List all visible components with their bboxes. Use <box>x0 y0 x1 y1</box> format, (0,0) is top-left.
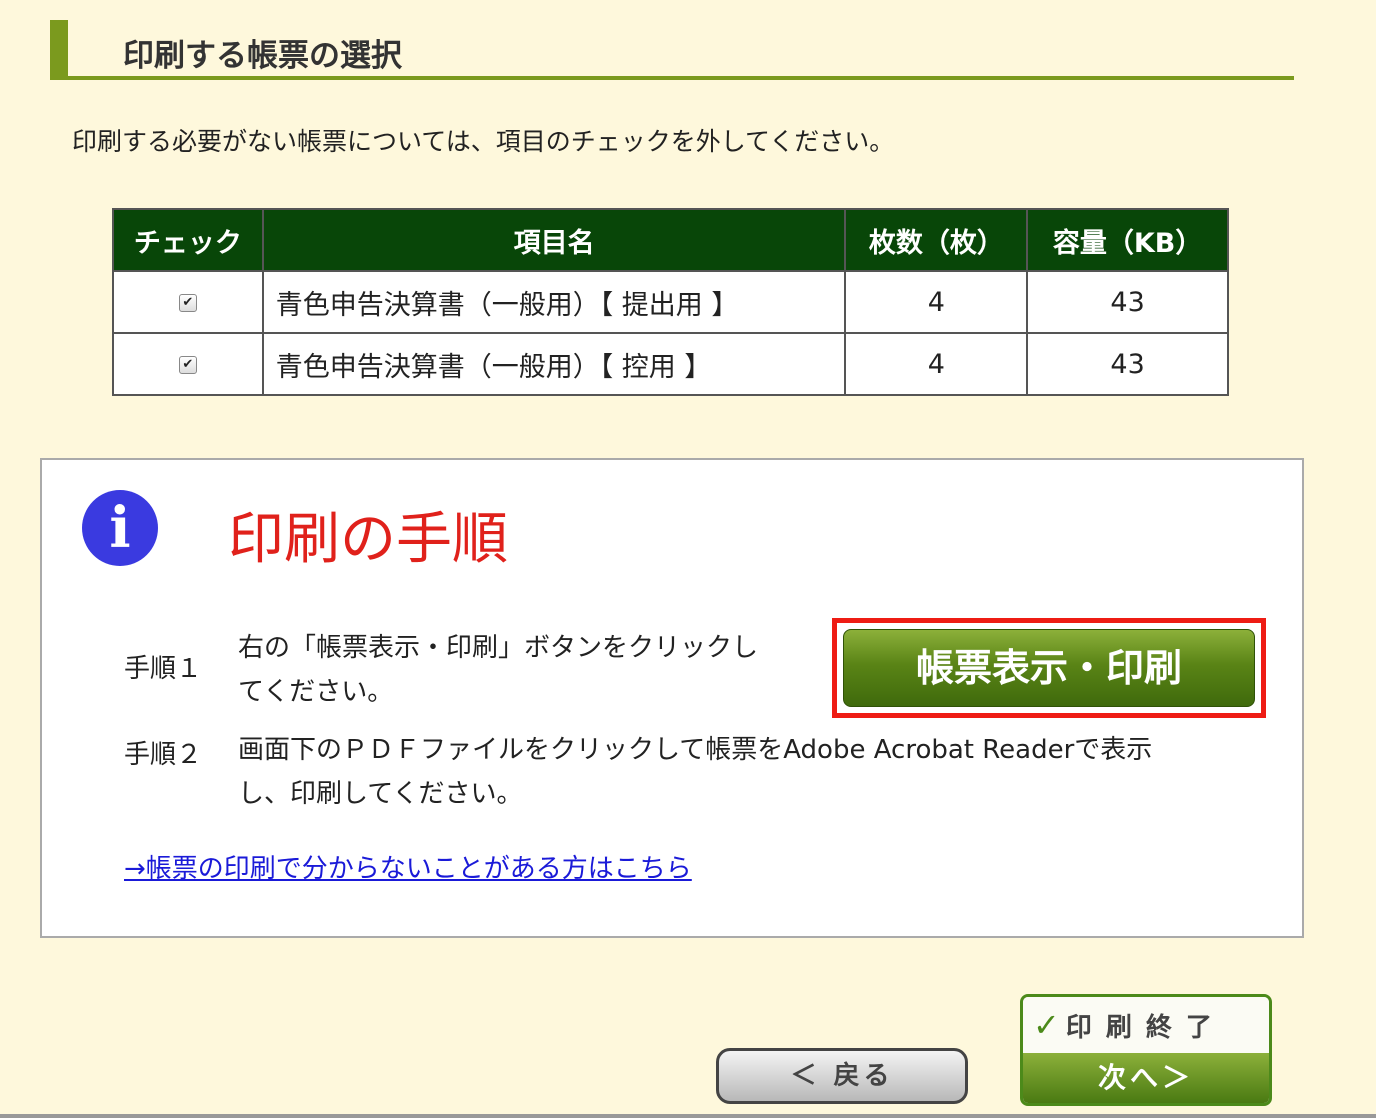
step2-text-line2: し、印刷してください。 <box>238 779 523 809</box>
row-size: 43 <box>1026 332 1229 396</box>
step1-text: 右の「帳票表示・印刷」ボタンをクリックし てください。 <box>238 626 818 714</box>
column-header-size: 容量（KB） <box>1026 208 1229 272</box>
table-header-row: チェック 項目名 枚数（枚） 容量（KB） <box>112 208 1229 272</box>
row-size: 43 <box>1026 270 1229 334</box>
step1-text-line1: 右の「帳票表示・印刷」ボタンをクリックし <box>238 633 759 663</box>
check-icon: ✓ <box>1033 1006 1066 1044</box>
next-label: 次へ＞ <box>1023 1053 1269 1103</box>
step1-text-line2: てください。 <box>238 677 394 707</box>
back-button[interactable]: ＜ 戻る <box>716 1048 968 1104</box>
row-checkbox[interactable]: ✔ <box>178 356 197 374</box>
section-title: 印刷する帳票の選択 <box>50 20 1294 80</box>
row-checkbox-cell: ✔ <box>112 270 264 334</box>
info-icon: i <box>82 490 158 566</box>
column-header-check: チェック <box>112 208 264 272</box>
step1-label: 手順１ <box>124 654 203 684</box>
row-checkbox[interactable]: ✔ <box>178 294 197 312</box>
section-title-text: 印刷する帳票の選択 <box>123 38 402 74</box>
finish-printing-label: ✓印刷終了 <box>1023 997 1269 1053</box>
print-forms-button[interactable]: 帳票表示・印刷 <box>843 629 1255 707</box>
table-row: ✔ 青色申告決算書（一般用）【 控用 】 4 43 <box>112 332 1229 396</box>
finish-top-text: 印刷終了 <box>1065 1013 1226 1043</box>
row-pages: 4 <box>844 332 1029 396</box>
step2-text: 画面下のＰＤＦファイルをクリックして帳票をAdobe Acrobat Reade… <box>238 728 1278 816</box>
step2-label: 手順２ <box>124 740 203 770</box>
step2-text-line1: 画面下のＰＤＦファイルをクリックして帳票をAdobe Acrobat Reade… <box>238 735 1153 765</box>
row-pages: 4 <box>844 270 1029 334</box>
column-header-name: 項目名 <box>261 208 847 272</box>
column-header-pages: 枚数（枚） <box>844 208 1029 272</box>
print-button-highlight: 帳票表示・印刷 <box>832 618 1266 718</box>
table-row: ✔ 青色申告決算書（一般用）【 提出用 】 4 43 <box>112 270 1229 334</box>
instructions-title: 印刷の手順 <box>228 507 508 572</box>
bottom-divider <box>0 1114 1376 1118</box>
finish-printing-next-button[interactable]: ✓印刷終了 次へ＞ <box>1020 994 1272 1106</box>
instruction-text: 印刷する必要がない帳票については、項目のチェックを外してください。 <box>72 127 895 156</box>
row-name: 青色申告決算書（一般用）【 提出用 】 <box>261 270 847 334</box>
row-checkbox-cell: ✔ <box>112 332 264 396</box>
forms-table: チェック 項目名 枚数（枚） 容量（KB） ✔ 青色申告決算書（一般用）【 提出… <box>112 208 1229 396</box>
print-instructions-box: i 印刷の手順 手順１ 右の「帳票表示・印刷」ボタンをクリックし てください。 … <box>40 458 1304 938</box>
row-name: 青色申告決算書（一般用）【 控用 】 <box>261 332 847 396</box>
help-link[interactable]: →帳票の印刷で分からないことがある方はこちら <box>124 848 692 885</box>
